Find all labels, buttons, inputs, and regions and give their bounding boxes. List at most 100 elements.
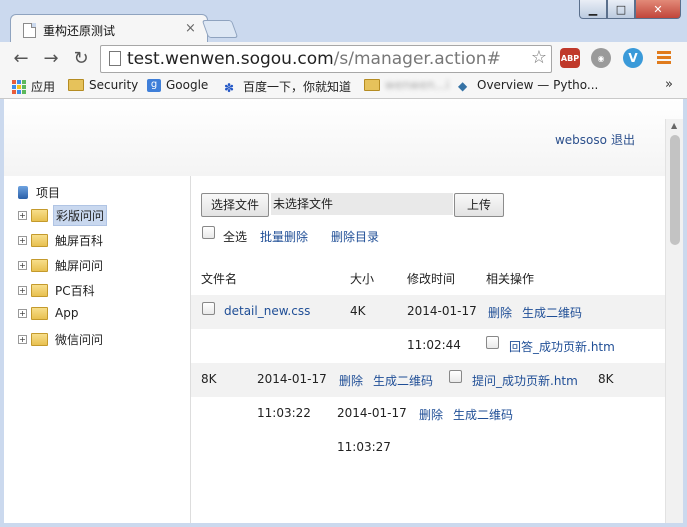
folder-icon	[364, 79, 380, 91]
delete-link[interactable]: 删除	[419, 406, 443, 423]
folder-icon	[68, 79, 84, 91]
bookmark-security[interactable]: Security	[68, 78, 138, 92]
select-all-checkbox[interactable]	[202, 226, 215, 239]
file-size: 8K	[598, 372, 614, 386]
reload-icon[interactable]: ↻	[70, 47, 92, 69]
expand-icon[interactable]: +	[18, 308, 27, 318]
scroll-up-icon[interactable]: ▲	[671, 121, 677, 130]
bookmark-label: 应用	[31, 80, 56, 94]
select-all-label: 全选	[223, 230, 248, 244]
row-checkbox[interactable]	[449, 370, 462, 383]
bookmark-baidu[interactable]: ✽ 百度一下，你就知道	[224, 78, 351, 95]
baidu-paw-icon: ✽	[224, 80, 235, 95]
row-checkbox[interactable]	[486, 336, 499, 349]
file-date: 2014-01-17	[407, 304, 477, 318]
maximize-button[interactable]: □	[607, 0, 635, 19]
file-tree-panel: 项目 + 彩版问问 + 触屏百科 + 触屏问问 + PC百科 + App + 微…	[4, 176, 191, 523]
bookmark-apps[interactable]: 应用	[12, 78, 55, 95]
adblock-icon[interactable]: ABP	[560, 48, 580, 68]
browser-toolbar: ← → ↻ test.wenwen.sogou.com/s/manager.ac…	[0, 42, 687, 74]
tree-root[interactable]: 项目	[18, 183, 62, 202]
python-icon: ◆	[458, 79, 468, 93]
tree-item-touch-baike[interactable]: + 触屏百科	[18, 231, 105, 250]
globe-icon[interactable]: ◉	[591, 48, 611, 68]
expand-icon[interactable]: +	[18, 335, 27, 344]
delete-link[interactable]: 删除	[339, 372, 363, 389]
menu-icon[interactable]	[657, 51, 671, 66]
tree-item-touch-wenwen[interactable]: + 触屏问问	[18, 256, 105, 275]
scroll-thumb[interactable]	[670, 135, 680, 245]
tree-item-caiban[interactable]: + 彩版问问	[18, 205, 108, 226]
bookmark-wenwen[interactable]: wenwen...i	[364, 78, 449, 92]
browser-tab[interactable]: 重构还原测试 ×	[10, 14, 208, 43]
username[interactable]: websoso	[555, 133, 607, 147]
bookmarks-overflow-icon[interactable]: »	[665, 77, 673, 92]
file-date: 2014-01-17	[257, 372, 327, 386]
tree-item-label: 微信问问	[55, 333, 104, 347]
header-filename: 文件名	[201, 272, 238, 286]
file-list-panel: 选择文件 未选择文件 上传 全选 批量删除 删除目录 文件名 大小 修改时间 相…	[191, 176, 665, 523]
bookmark-label: wenwen...i	[385, 78, 450, 92]
tree-item-label: App	[55, 306, 79, 320]
bookmark-python[interactable]: ◆ Overview — Pytho...	[458, 78, 598, 93]
row-checkbox[interactable]	[202, 302, 215, 315]
file-link[interactable]: 回答_成功页新.htm	[509, 338, 615, 355]
file-input-status: 未选择文件	[271, 193, 453, 215]
close-window-button[interactable]: ✕	[635, 0, 681, 19]
folder-icon	[31, 234, 48, 247]
tree-item-label: 触屏问问	[55, 259, 104, 273]
upload-button[interactable]: 上传	[454, 193, 504, 217]
address-bar[interactable]: test.wenwen.sogou.com/s/manager.action# …	[100, 45, 552, 73]
page-header: websoso 退出	[4, 99, 683, 176]
folder-icon	[31, 284, 48, 297]
tree-item-label: 触屏百科	[55, 234, 104, 248]
bookmark-google[interactable]: g Google	[147, 78, 208, 92]
qrcode-link[interactable]: 生成二维码	[522, 304, 582, 321]
star-icon[interactable]: ☆	[531, 47, 547, 68]
qrcode-link[interactable]: 生成二维码	[453, 406, 513, 423]
expand-icon[interactable]: +	[18, 286, 27, 295]
tree-item-label: 彩版问问	[53, 205, 108, 226]
delete-link[interactable]: 删除	[488, 304, 512, 321]
page-icon	[109, 51, 121, 66]
window-controls: ▁ □ ✕	[579, 0, 681, 19]
tab-close-icon[interactable]: ×	[185, 21, 196, 36]
page-favicon-icon	[23, 23, 36, 38]
minimize-button[interactable]: ▁	[579, 0, 607, 19]
header-modified: 修改时间	[407, 272, 456, 286]
choose-file-button[interactable]: 选择文件	[201, 193, 269, 217]
file-time: 11:03:27	[337, 440, 391, 454]
page-scrollbar[interactable]: ▲	[665, 119, 683, 523]
apps-icon	[12, 79, 26, 94]
folder-icon	[31, 333, 48, 346]
expand-icon[interactable]: +	[18, 261, 27, 270]
file-link[interactable]: detail_new.css	[224, 304, 310, 318]
file-link[interactable]: 提问_成功页新.htm	[472, 372, 578, 389]
file-time: 11:03:22	[257, 406, 311, 420]
url-text[interactable]: test.wenwen.sogou.com/s/manager.action#	[127, 49, 501, 69]
extension-v-icon[interactable]: V	[623, 48, 643, 68]
url-host: test.wenwen.sogou.com	[127, 49, 334, 69]
folder-icon	[31, 259, 48, 272]
new-tab-button[interactable]	[201, 20, 239, 38]
header-size: 大小	[350, 272, 375, 286]
tree-item-weixin[interactable]: + 微信问问	[18, 330, 105, 349]
tree-item-label: PC百科	[55, 284, 95, 298]
web-page: websoso 退出 项目 + 彩版问问 + 触屏百科 + 触屏问问 + PC百…	[4, 99, 683, 523]
browser-window: 重构还原测试 × ▁ □ ✕ ← → ↻ test.wenwen.sogou.c…	[0, 0, 687, 527]
expand-icon[interactable]: +	[18, 211, 27, 220]
tree-item-app[interactable]: + App	[18, 305, 80, 321]
folder-icon	[31, 306, 48, 320]
forward-icon[interactable]: →	[40, 47, 62, 69]
logout-link[interactable]: 退出	[611, 133, 635, 147]
tree-item-pc-baike[interactable]: + PC百科	[18, 281, 97, 300]
folder-icon	[31, 209, 48, 222]
batch-delete-link[interactable]: 批量删除	[260, 228, 308, 245]
delete-dir-link[interactable]: 删除目录	[331, 228, 379, 245]
user-bar: websoso 退出	[551, 131, 635, 148]
file-size: 8K	[201, 372, 217, 386]
expand-icon[interactable]: +	[18, 236, 27, 245]
bookmark-label: Google	[166, 78, 209, 92]
qrcode-link[interactable]: 生成二维码	[373, 372, 433, 389]
back-icon[interactable]: ←	[10, 47, 32, 69]
